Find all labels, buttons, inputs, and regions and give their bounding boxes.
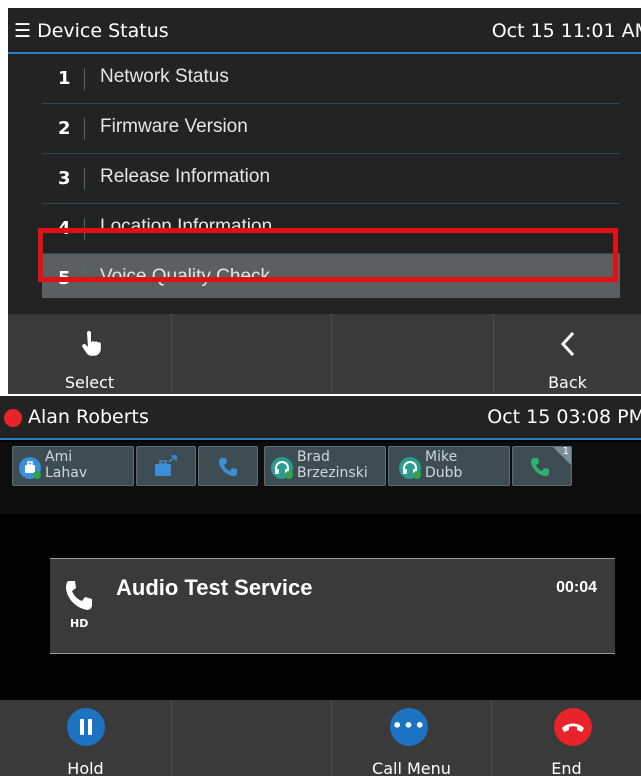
contact-first-name: Ami bbox=[45, 449, 73, 465]
call-party-name: Audio Test Service bbox=[116, 575, 313, 600]
more-icon: ••• bbox=[390, 708, 428, 746]
softkey-empty[interactable] bbox=[172, 700, 332, 776]
active-call-screen: Alan Roberts Oct 15 03:08 PM Ami Lahav B… bbox=[0, 396, 641, 776]
end-call-icon bbox=[554, 708, 592, 746]
device-status-screen: ☰ Device Status Oct 15 11:01 AM 1 Networ… bbox=[8, 8, 641, 394]
hold-label: Hold bbox=[67, 759, 104, 776]
end-call-button[interactable]: End bbox=[492, 700, 641, 776]
select-label: Select bbox=[64, 373, 115, 392]
call-key[interactable] bbox=[198, 446, 258, 486]
call-count-badge: 1 bbox=[562, 446, 569, 457]
line-key-mike-dubb[interactable]: Mike Dubb bbox=[388, 446, 510, 486]
briefcase-transfer-icon bbox=[155, 455, 177, 476]
menu-item-network-status[interactable]: 1 Network Status bbox=[42, 54, 620, 104]
hold-button[interactable]: Hold bbox=[0, 700, 172, 776]
menu-item-firmware-version[interactable]: 2 Firmware Version bbox=[42, 104, 620, 154]
softkey-bar: Select Back bbox=[8, 314, 641, 394]
contact-last-name: Lahav bbox=[45, 465, 88, 481]
menu-item-number: 1 bbox=[58, 68, 71, 89]
phone-active-icon bbox=[531, 458, 549, 476]
phone-icon bbox=[66, 581, 92, 610]
line-key-ami-lahav[interactable]: Ami Lahav bbox=[12, 446, 134, 486]
selection-highlight bbox=[38, 228, 618, 282]
pause-icon bbox=[67, 708, 105, 746]
tap-hand-icon bbox=[8, 330, 171, 362]
softkey-empty[interactable] bbox=[172, 314, 332, 394]
hd-audio-icon: HD bbox=[70, 617, 89, 630]
line-key-group: Ami Lahav bbox=[12, 446, 260, 486]
divider bbox=[84, 68, 85, 90]
divider bbox=[84, 118, 85, 140]
call-card[interactable]: HD Audio Test Service 00:04 bbox=[50, 558, 615, 654]
menu-item-label: Firmware Version bbox=[100, 116, 248, 137]
chevron-left-icon bbox=[494, 330, 641, 362]
menu-icon[interactable]: ☰ bbox=[14, 20, 31, 42]
softkey-empty[interactable] bbox=[332, 314, 494, 394]
divider bbox=[84, 168, 85, 190]
clock: Oct 15 11:01 AM bbox=[491, 20, 641, 42]
contact-first-name: Mike bbox=[425, 449, 458, 465]
select-button[interactable]: Select bbox=[8, 314, 172, 394]
user-name: Alan Roberts bbox=[28, 406, 149, 428]
contact-last-name: Dubb bbox=[425, 465, 463, 481]
back-button[interactable]: Back bbox=[494, 314, 641, 394]
status-header: ☰ Device Status Oct 15 11:01 AM bbox=[8, 8, 641, 54]
call-timer: 00:04 bbox=[556, 579, 597, 596]
menu-item-label: Release Information bbox=[100, 166, 271, 187]
transfer-key[interactable] bbox=[136, 446, 196, 486]
phone-icon bbox=[219, 458, 237, 476]
call-menu-label: Call Menu bbox=[372, 759, 451, 776]
menu-item-label: Network Status bbox=[100, 66, 229, 87]
clock: Oct 15 03:08 PM bbox=[487, 406, 641, 428]
back-label: Back bbox=[548, 373, 587, 392]
presence-available-icon bbox=[413, 471, 421, 479]
user-header: Alan Roberts Oct 15 03:08 PM bbox=[0, 396, 641, 440]
line-keys: Ami Lahav Brad Brzezinski Mike Dubb 1 bbox=[0, 442, 641, 514]
contact-first-name: Brad bbox=[297, 449, 330, 465]
menu-item-release-information[interactable]: 3 Release Information bbox=[42, 154, 620, 204]
call-softkey-bar: Hold ••• Call Menu End bbox=[0, 700, 641, 776]
page-title: ☰ Device Status bbox=[14, 20, 169, 42]
active-call-key[interactable]: 1 bbox=[512, 446, 572, 486]
presence-busy-icon bbox=[4, 409, 22, 427]
line-key-group: Brad Brzezinski Mike Dubb 1 bbox=[264, 446, 574, 486]
menu-item-number: 3 bbox=[58, 168, 71, 189]
end-label: End bbox=[551, 759, 582, 776]
contact-last-name: Brzezinski bbox=[297, 465, 368, 481]
menu-item-number: 2 bbox=[58, 118, 71, 139]
presence-available-icon bbox=[285, 471, 293, 479]
presence-available-icon bbox=[33, 471, 41, 479]
call-menu-button[interactable]: ••• Call Menu bbox=[332, 700, 492, 776]
line-key-brad-brzezinski[interactable]: Brad Brzezinski bbox=[264, 446, 386, 486]
